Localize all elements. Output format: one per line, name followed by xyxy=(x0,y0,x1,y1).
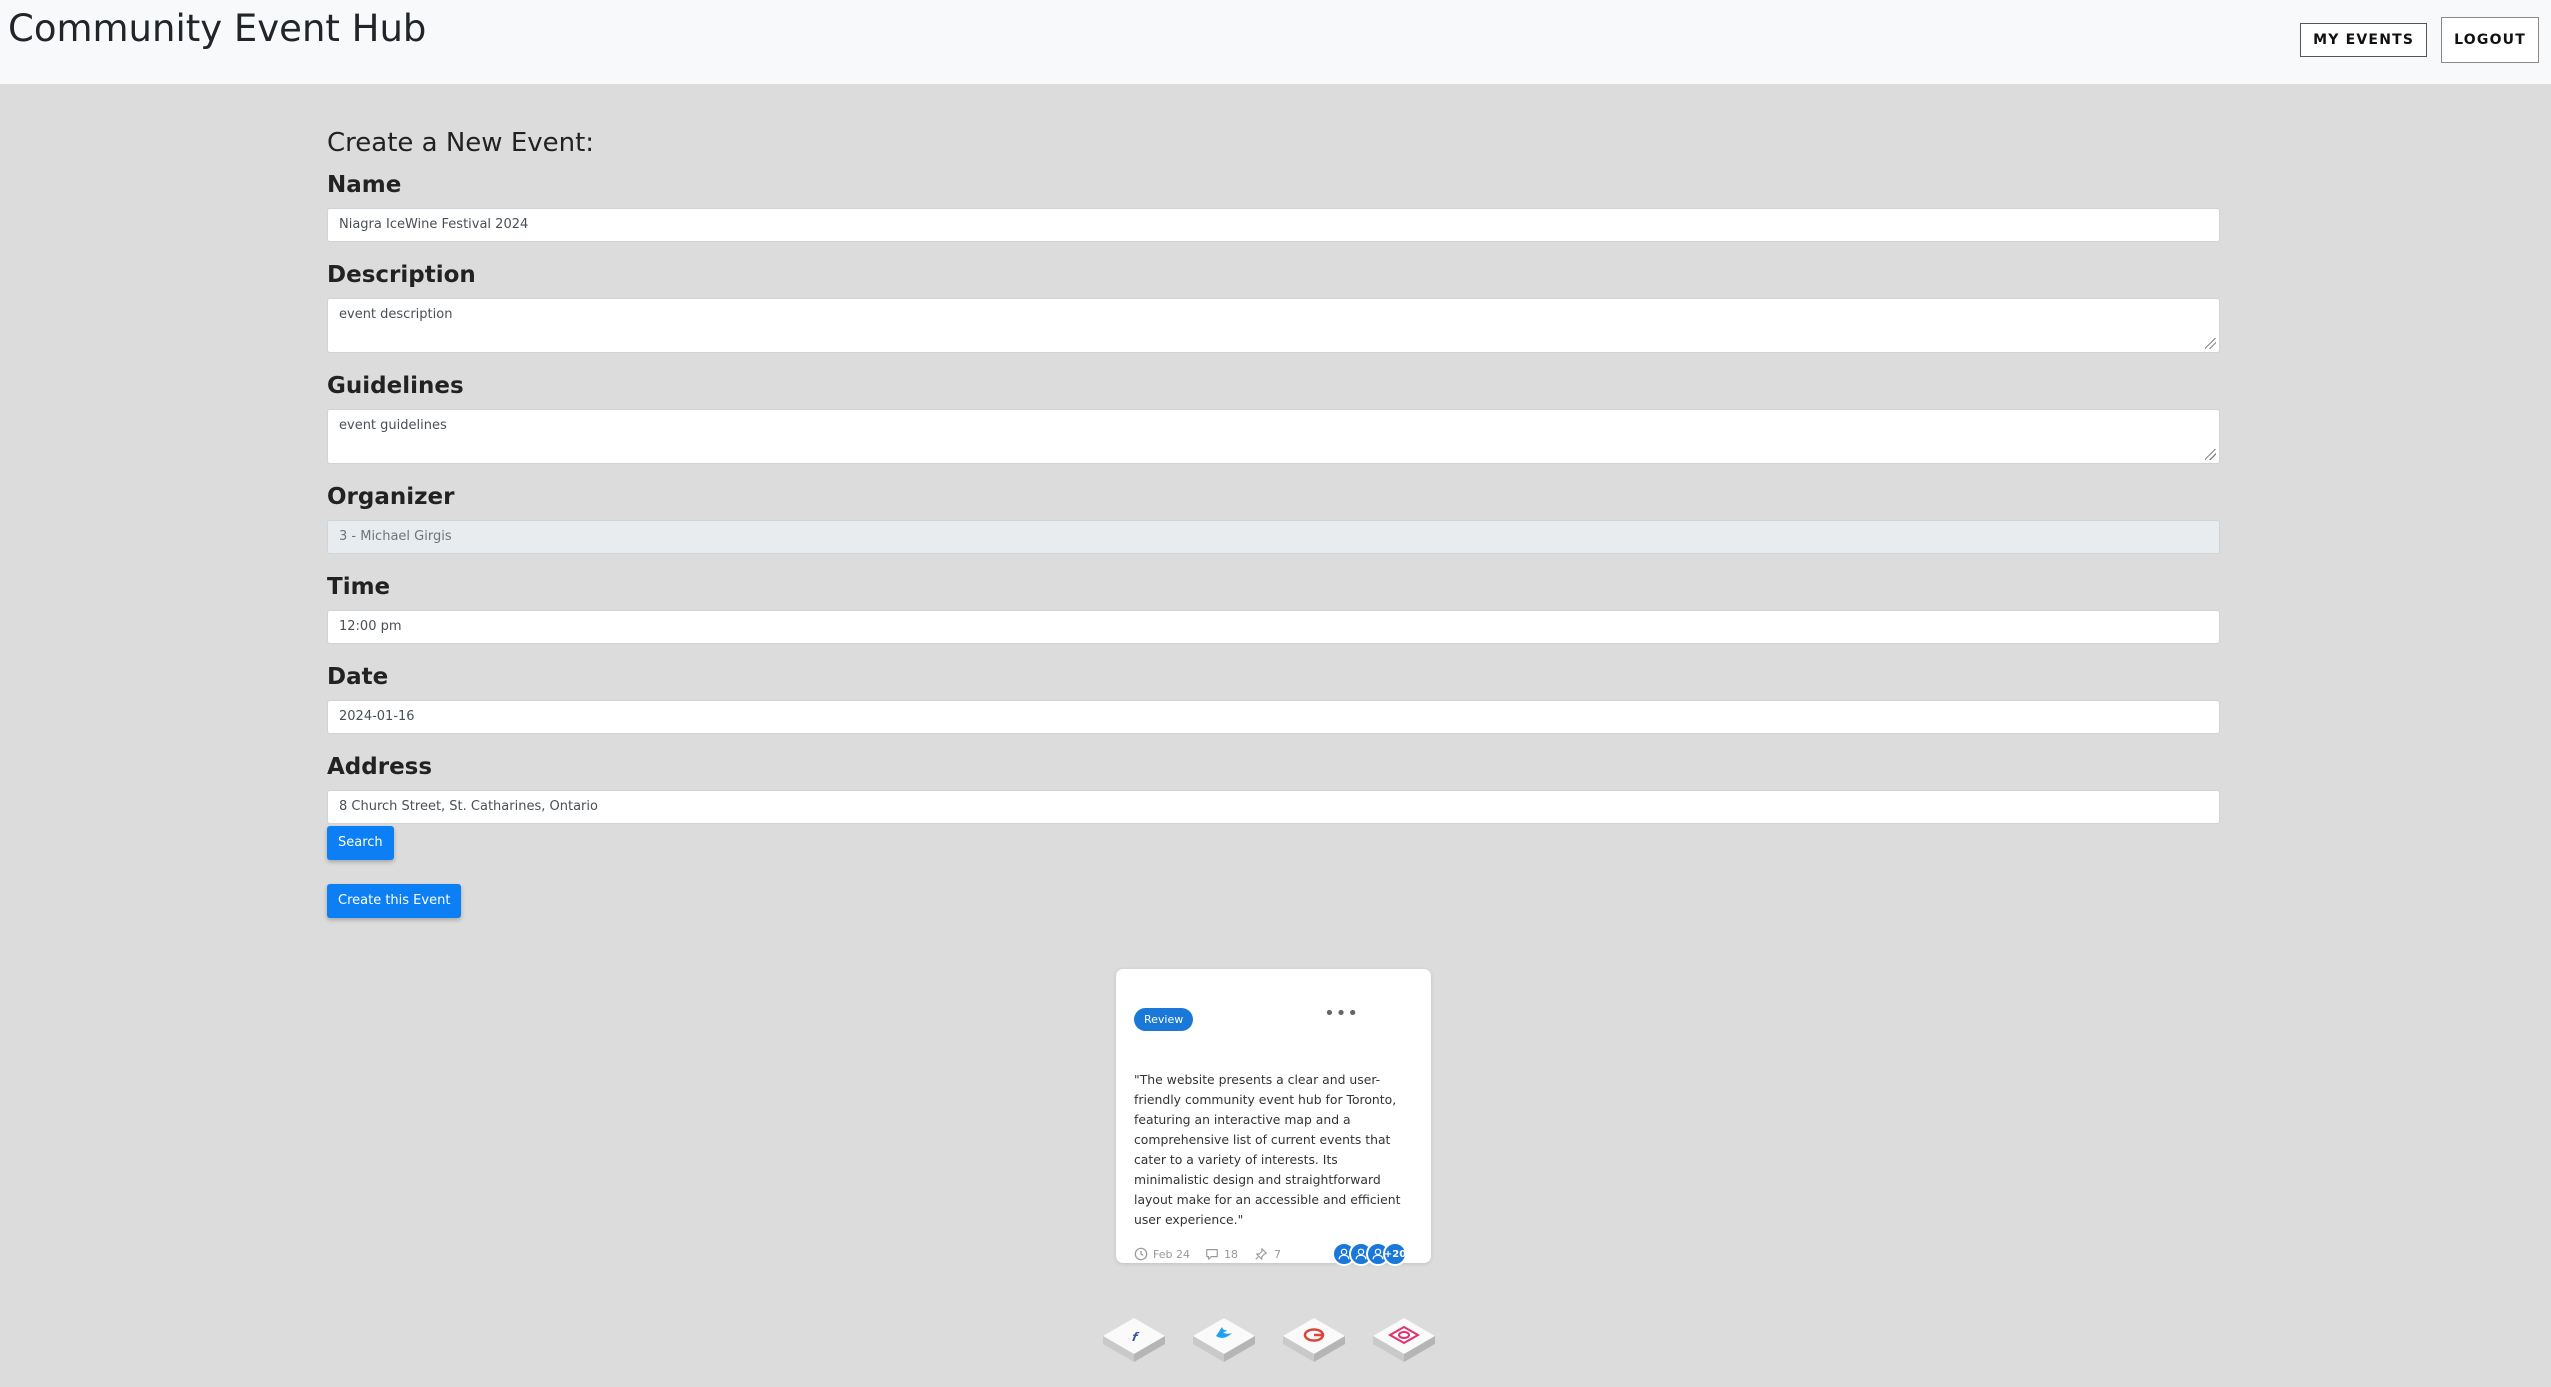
review-quote: "The website presents a clear and user-f… xyxy=(1134,1072,1401,1227)
guidelines-text: event guidelines xyxy=(339,418,447,433)
facebook-link[interactable]: f xyxy=(1101,1312,1167,1378)
twitter-icon xyxy=(1193,1318,1255,1362)
time-label: Time xyxy=(327,574,391,600)
search-button[interactable]: Search xyxy=(327,826,394,860)
avatar-more-count: +20 xyxy=(1383,1242,1407,1266)
date-meta: Feb 24 xyxy=(1134,1247,1190,1261)
card-header: Review ••• xyxy=(1134,1003,1413,1031)
google-icon xyxy=(1283,1318,1345,1362)
logout-button[interactable]: LOGOUT xyxy=(2441,17,2539,63)
comments-count: 18 xyxy=(1223,1247,1238,1261)
name-input[interactable]: Niagra IceWine Festival 2024 xyxy=(327,208,2220,242)
google-link[interactable] xyxy=(1281,1312,1347,1378)
avatar-group[interactable]: +20 xyxy=(1332,1242,1407,1266)
twitter-link[interactable] xyxy=(1191,1312,1257,1378)
date-text: Feb 24 xyxy=(1153,1247,1190,1261)
review-card: Review ••• "The website presents a clear… xyxy=(1116,969,1431,1266)
pin-icon xyxy=(1255,1248,1267,1260)
date-label: Date xyxy=(327,664,389,690)
date-field-group: Date 2024-01-16 xyxy=(327,664,2220,734)
organizer-input: 3 - Michael Girgis xyxy=(327,520,2220,554)
address-label: Address xyxy=(327,754,433,780)
form-title: Create a New Event: xyxy=(327,128,595,158)
address-input[interactable]: 8 Church Street, St. Catharines, Ontario xyxy=(327,790,2220,824)
create-event-button[interactable]: Create this Event xyxy=(327,884,462,918)
my-events-button[interactable]: MY EVENTS xyxy=(2300,23,2428,57)
create-event-form: Create a New Event: Name Niagra IceWine … xyxy=(327,128,2220,918)
card-footer: Feb 24 18 7 +20 xyxy=(1134,1242,1413,1266)
nav-actions: MY EVENTS LOGOUT xyxy=(2300,17,2539,63)
date-input[interactable]: 2024-01-16 xyxy=(327,700,2220,734)
facebook-icon: f xyxy=(1103,1318,1165,1362)
resize-handle[interactable] xyxy=(2205,338,2216,349)
card-meta: Feb 24 18 7 xyxy=(1134,1247,1281,1261)
pins-count: 7 xyxy=(1273,1247,1281,1261)
guidelines-label: Guidelines xyxy=(327,373,464,399)
time-input[interactable]: 12:00 pm xyxy=(327,610,2220,644)
description-field-group: Description event description xyxy=(327,262,2220,353)
top-navbar: Community Event Hub MY EVENTS LOGOUT xyxy=(0,0,2551,84)
address-field-group: Address 8 Church Street, St. Catharines,… xyxy=(327,754,2220,824)
clock-icon xyxy=(1134,1247,1148,1261)
brand-title[interactable]: Community Event Hub xyxy=(8,7,426,50)
instagram-icon xyxy=(1373,1318,1435,1362)
name-label: Name xyxy=(327,172,402,198)
more-options-icon[interactable]: ••• xyxy=(1324,1003,1359,1024)
time-field-group: Time 12:00 pm xyxy=(327,574,2220,644)
organizer-label: Organizer xyxy=(327,484,455,510)
guidelines-field-group: Guidelines event guidelines xyxy=(327,373,2220,464)
description-textarea[interactable]: event description xyxy=(327,298,2220,353)
resize-handle[interactable] xyxy=(2205,449,2216,460)
instagram-link[interactable] xyxy=(1371,1312,1437,1378)
organizer-field-group: Organizer 3 - Michael Girgis xyxy=(327,484,2220,554)
guidelines-textarea[interactable]: event guidelines xyxy=(327,409,2220,464)
description-text: event description xyxy=(339,307,453,322)
comments-meta[interactable]: 18 xyxy=(1205,1247,1238,1261)
social-links: f xyxy=(1101,1312,1437,1378)
name-field-group: Name Niagra IceWine Festival 2024 xyxy=(327,172,2220,242)
comment-icon xyxy=(1206,1249,1218,1260)
review-badge: Review xyxy=(1134,1008,1194,1031)
description-label: Description xyxy=(327,262,476,288)
pins-meta[interactable]: 7 xyxy=(1253,1247,1281,1261)
